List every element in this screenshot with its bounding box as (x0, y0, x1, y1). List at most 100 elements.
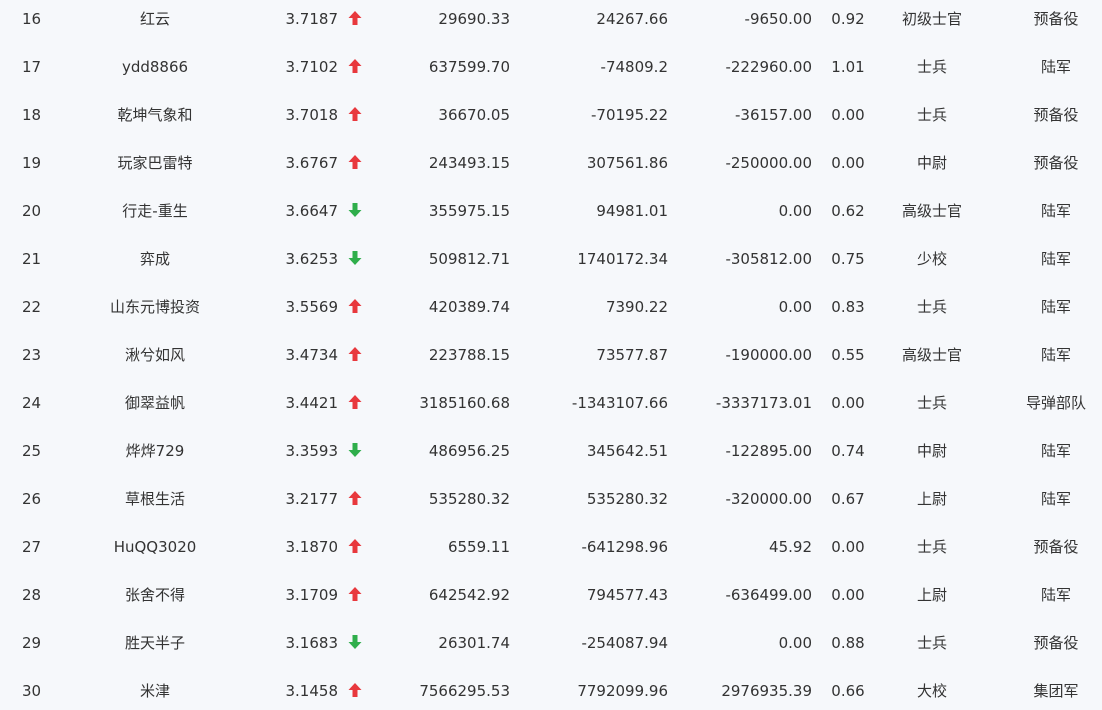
trend-cell (346, 336, 364, 384)
name-cell[interactable]: 玩家巴雷特 (80, 144, 230, 192)
table-row: 29 胜天半子 3.1683 26301.74 -254087.94 0.00 … (0, 624, 1102, 672)
name-cell[interactable]: 行走-重生 (80, 192, 230, 240)
table-row: 22 山东元博投资 3.5569 420389.74 7390.22 0.00 … (0, 288, 1102, 336)
rank-cell: 24 (22, 394, 42, 412)
value1-cell: 29690.33 (438, 10, 510, 28)
trend-cell (346, 576, 364, 624)
branch-cell: 陆军 (1040, 298, 1071, 316)
table-row: 21 弈成 3.6253 509812.71 1740172.34 -30581… (0, 240, 1102, 288)
score-cell: 3.4421 (285, 394, 339, 412)
name-cell[interactable]: 烨烨729 (80, 432, 230, 480)
name-cell[interactable]: 张舍不得 (80, 576, 230, 624)
name-cell[interactable]: 米津 (80, 672, 230, 710)
name-cell[interactable]: 弈成 (80, 240, 230, 288)
table-row: 30 米津 3.1458 7566295.53 7792099.96 29769… (0, 672, 1102, 710)
score-cell: 3.6647 (285, 202, 339, 220)
rank-cell: 29 (22, 634, 42, 652)
rank-cell: 22 (22, 298, 42, 316)
value3-cell: -250000.00 (725, 154, 812, 172)
military-rank-cell: 士兵 (916, 58, 947, 76)
military-rank-cell: 上尉 (916, 490, 947, 508)
score-cell: 3.6767 (285, 154, 339, 172)
branch-cell: 预备役 (1033, 538, 1079, 556)
table-row: 25 烨烨729 3.3593 486956.25 345642.51 -122… (0, 432, 1102, 480)
value3-cell: -320000.00 (725, 490, 812, 508)
value3-cell: -9650.00 (744, 10, 812, 28)
table-row: 19 玩家巴雷特 3.6767 243493.15 307561.86 -250… (0, 144, 1102, 192)
branch-cell: 预备役 (1033, 10, 1079, 28)
value3-cell: -222960.00 (725, 58, 812, 76)
value1-cell: 486956.25 (428, 442, 510, 460)
value2-cell: 794577.43 (586, 586, 668, 604)
name-cell[interactable]: 山东元博投资 (80, 288, 230, 336)
rank-cell: 25 (22, 442, 42, 460)
score-cell: 3.7187 (285, 10, 339, 28)
value2-cell: 535280.32 (586, 490, 668, 508)
value3-cell: -3337173.01 (715, 394, 812, 412)
trend-cell (346, 96, 364, 144)
arrow-up-icon (348, 394, 362, 409)
score-cell: 3.7102 (285, 58, 339, 76)
score-cell: 3.4734 (285, 346, 339, 364)
value3-cell: 0.00 (778, 298, 812, 316)
name-cell[interactable]: 红云 (80, 0, 230, 48)
ratio-cell: 0.74 (831, 442, 865, 460)
value3-cell: -190000.00 (725, 346, 812, 364)
ratio-cell: 0.83 (831, 298, 865, 316)
military-rank-cell: 初级士官 (901, 10, 962, 28)
score-cell: 3.7018 (285, 106, 339, 124)
value2-cell: 24267.66 (596, 10, 668, 28)
value2-cell: -70195.22 (591, 106, 668, 124)
table-row: 18 乾坤气象和 3.7018 36670.05 -70195.22 -3615… (0, 96, 1102, 144)
name-cell[interactable]: 乾坤气象和 (80, 96, 230, 144)
score-cell: 3.1458 (285, 682, 339, 700)
score-cell: 3.1683 (285, 634, 339, 652)
value2-cell: -74809.2 (600, 58, 668, 76)
name-cell[interactable]: HuQQ3020 (80, 528, 230, 576)
score-cell: 3.1709 (285, 586, 339, 604)
value1-cell: 3185160.68 (419, 394, 510, 412)
ratio-cell: 0.66 (831, 682, 865, 700)
trend-cell (346, 480, 364, 528)
table-row: 17 ydd8866 3.7102 637599.70 -74809.2 -22… (0, 48, 1102, 96)
arrow-up-icon (348, 490, 362, 505)
ratio-cell: 0.62 (831, 202, 865, 220)
branch-cell: 陆军 (1040, 250, 1071, 268)
name-cell[interactable]: 湫兮如风 (80, 336, 230, 384)
name-cell[interactable]: 御翠益帆 (80, 384, 230, 432)
branch-cell: 陆军 (1040, 346, 1071, 364)
score-cell: 3.5569 (285, 298, 339, 316)
value1-cell: 7566295.53 (419, 682, 510, 700)
name-cell[interactable]: 胜天半子 (80, 624, 230, 672)
ratio-cell: 1.01 (831, 58, 865, 76)
rank-cell: 17 (22, 58, 42, 76)
military-rank-cell: 士兵 (916, 106, 947, 124)
military-rank-cell: 高级士官 (901, 346, 962, 364)
score-cell: 3.2177 (285, 490, 339, 508)
rank-cell: 26 (22, 490, 42, 508)
trend-cell (346, 528, 364, 576)
arrow-up-icon (348, 682, 362, 697)
trend-cell (346, 288, 364, 336)
arrow-up-icon (348, 298, 362, 313)
rank-cell: 18 (22, 106, 42, 124)
value2-cell: 7792099.96 (577, 682, 668, 700)
name-cell[interactable]: 草根生活 (80, 480, 230, 528)
arrow-up-icon (348, 346, 362, 361)
trend-cell (346, 624, 364, 672)
value2-cell: -641298.96 (581, 538, 668, 556)
name-cell[interactable]: ydd8866 (80, 48, 230, 96)
table-row: 20 行走-重生 3.6647 355975.15 94981.01 0.00 … (0, 192, 1102, 240)
rank-cell: 20 (22, 202, 42, 220)
ratio-cell: 0.75 (831, 250, 865, 268)
military-rank-cell: 大校 (916, 682, 947, 700)
value1-cell: 637599.70 (428, 58, 510, 76)
military-rank-cell: 士兵 (916, 538, 947, 556)
score-cell: 3.6253 (285, 250, 339, 268)
table-row: 27 HuQQ3020 3.1870 6559.11 -641298.96 45… (0, 528, 1102, 576)
value2-cell: 345642.51 (586, 442, 668, 460)
military-rank-cell: 高级士官 (901, 202, 962, 220)
value3-cell: -305812.00 (725, 250, 812, 268)
ratio-cell: 0.92 (831, 10, 865, 28)
military-rank-cell: 士兵 (916, 298, 947, 316)
